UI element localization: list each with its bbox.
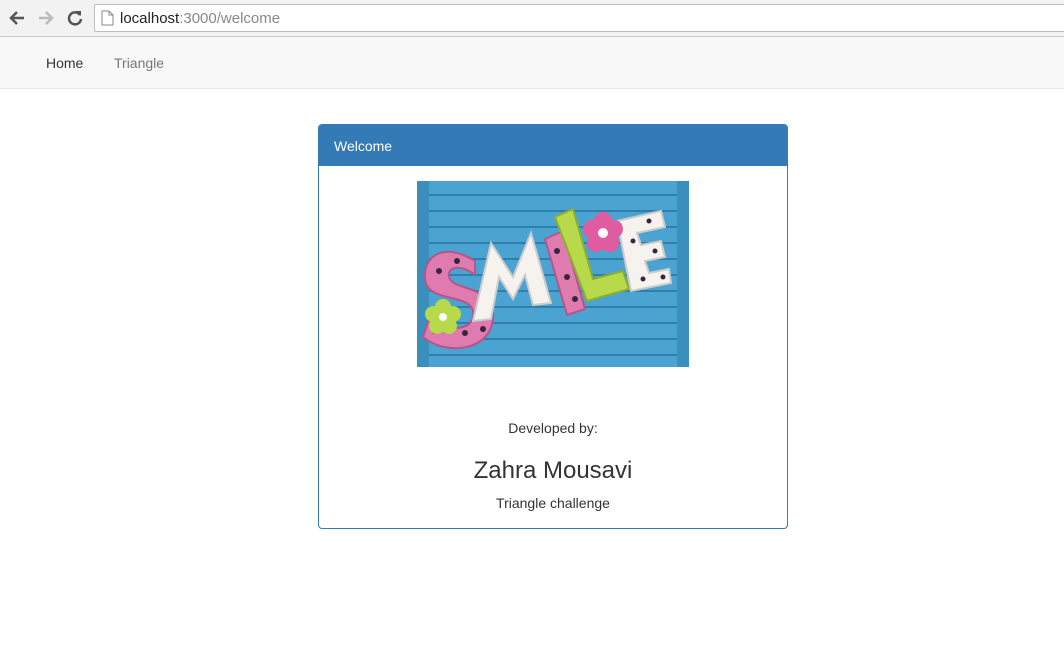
forward-arrow-icon bbox=[39, 11, 54, 25]
page-icon bbox=[101, 10, 114, 26]
nav-triangle-link[interactable]: Triangle bbox=[114, 55, 164, 71]
smile-illustration bbox=[417, 181, 689, 367]
back-arrow-icon bbox=[9, 11, 24, 25]
developer-name: Zahra Mousavi bbox=[473, 457, 633, 484]
reload-button[interactable] bbox=[63, 6, 87, 30]
nav-home-link[interactable]: Home bbox=[46, 55, 83, 71]
developed-by-label: Developed by: bbox=[508, 420, 598, 436]
url-text: localhost:3000/welcome bbox=[120, 10, 280, 27]
reload-icon bbox=[67, 11, 83, 26]
panel-title: Welcome bbox=[334, 137, 393, 154]
address-bar[interactable]: localhost:3000/welcome bbox=[94, 4, 1064, 32]
smile-image bbox=[417, 181, 689, 367]
browser-toolbar: localhost:3000/welcome bbox=[0, 0, 1064, 37]
url-path: :3000/welcome bbox=[179, 10, 281, 27]
panel-heading: Welcome bbox=[319, 125, 787, 166]
app-navbar: Home Triangle bbox=[0, 37, 1064, 89]
back-button[interactable] bbox=[5, 6, 29, 30]
welcome-panel: Welcome Developed by: Zahra Mousavi Tria… bbox=[318, 124, 788, 529]
project-subtitle: Triangle challenge bbox=[496, 495, 610, 511]
forward-button[interactable] bbox=[34, 6, 58, 30]
url-host: localhost bbox=[120, 10, 180, 27]
